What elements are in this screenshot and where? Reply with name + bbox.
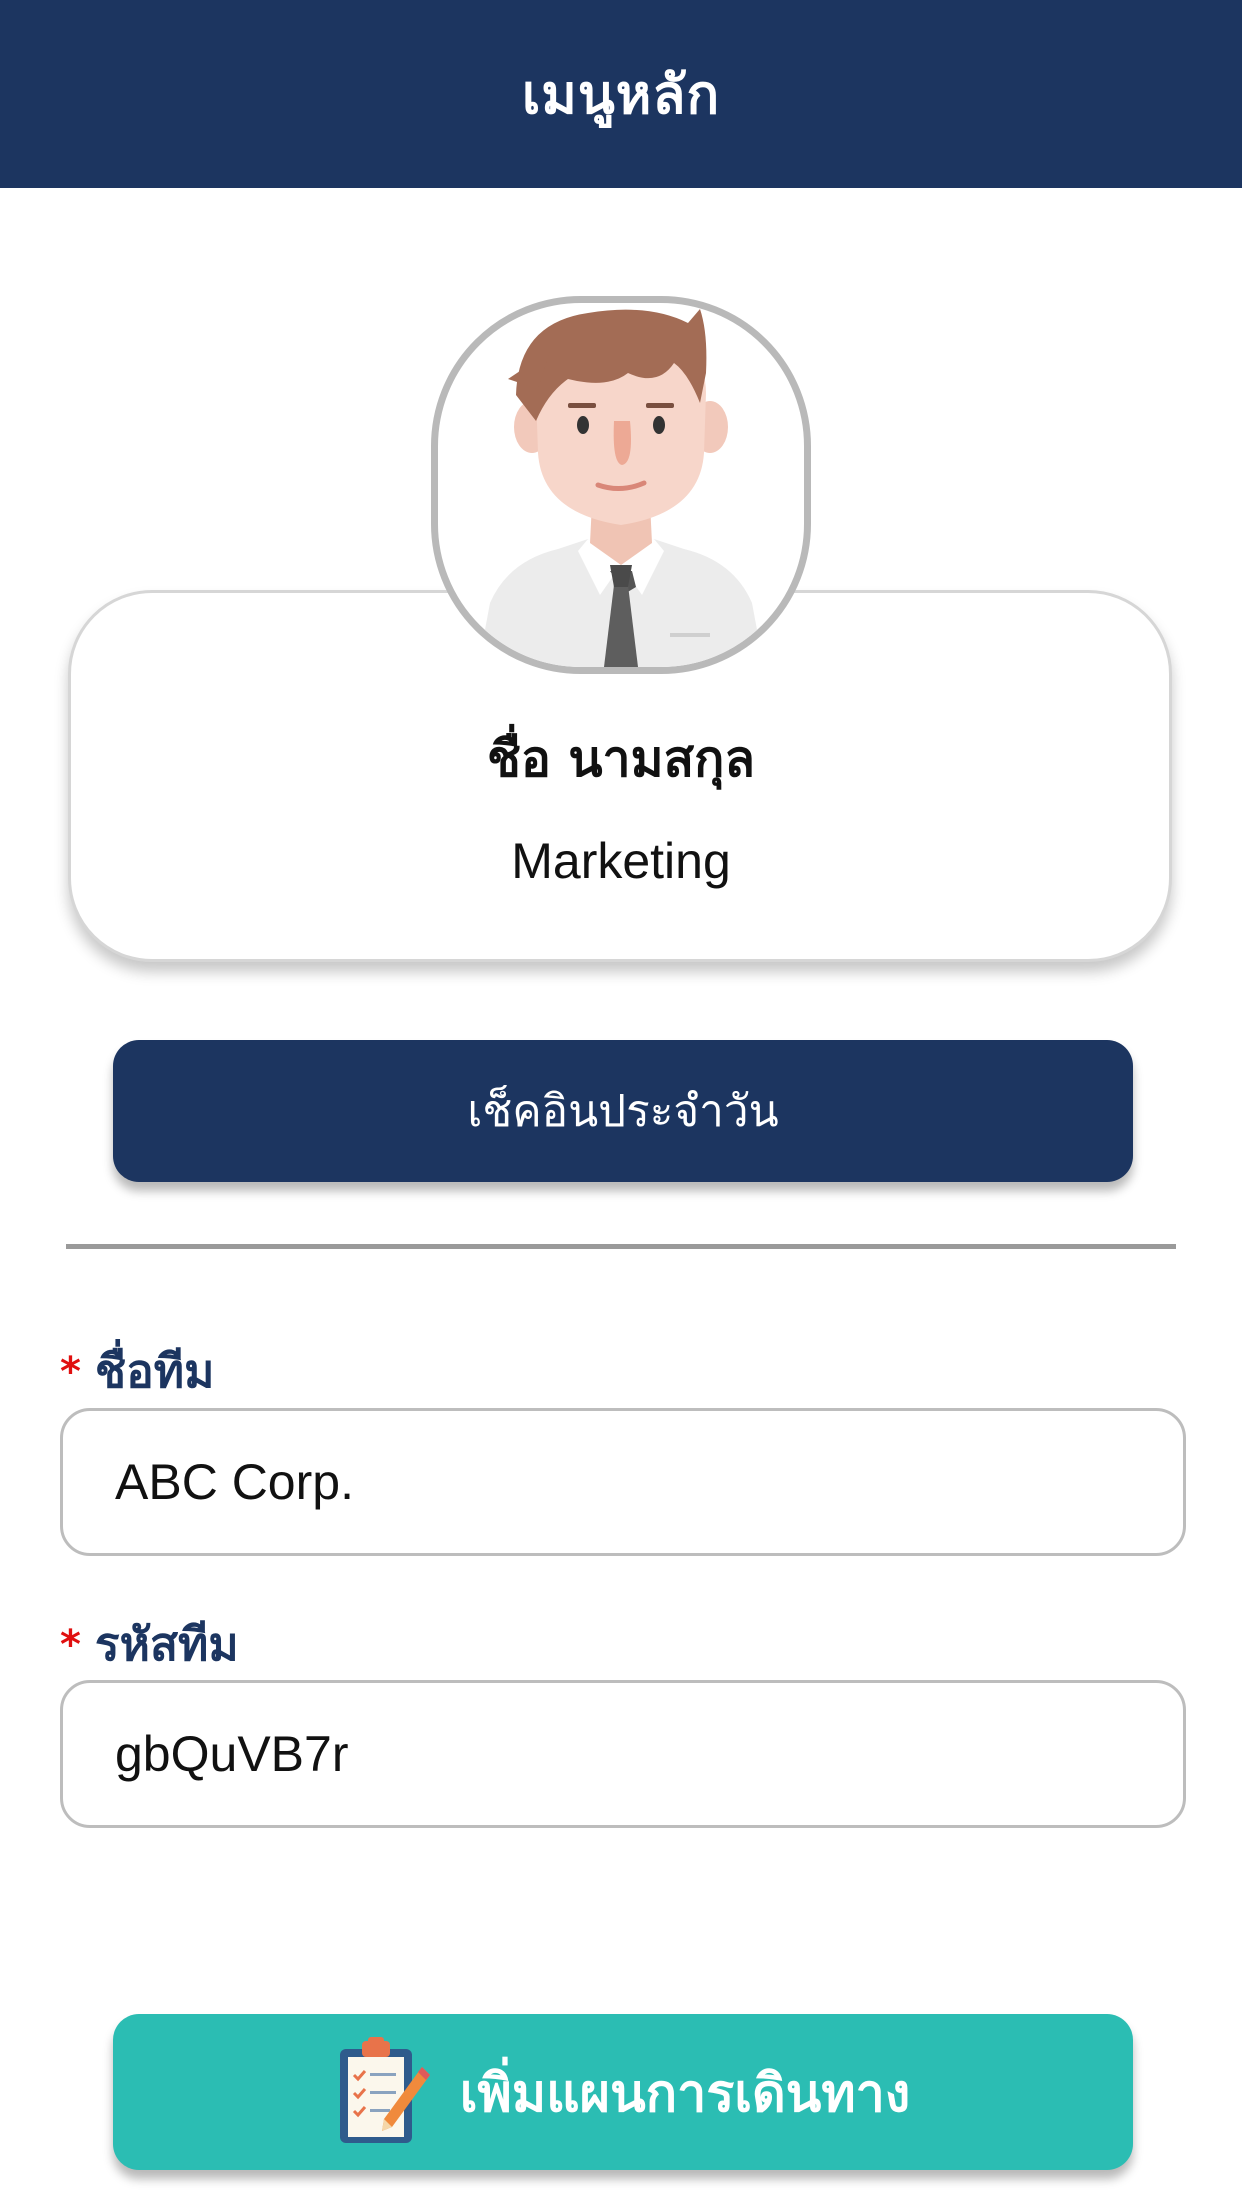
profile-name: ชื่อ นามสกุล [486, 730, 756, 788]
profile-department: Marketing [511, 833, 731, 889]
clipboard-checklist-icon [336, 2037, 432, 2147]
add-travel-plan-button[interactable]: เพิ่มแผนการเดินทาง [113, 2014, 1133, 2170]
team-name-field[interactable] [60, 1408, 1186, 1556]
add-travel-plan-label: เพิ่มแผนการเดินทาง [459, 2063, 911, 2124]
user-avatar-icon [431, 296, 811, 674]
team-code-label-text: รหัสทีม [94, 1617, 239, 1671]
daily-checkin-button[interactable]: เช็คอินประจำวัน [113, 1040, 1133, 1182]
team-name-label: * ชื่อทีม [60, 1335, 214, 1408]
required-mark: * [60, 1348, 81, 1395]
team-name-label-text: ชื่อทีม [94, 1344, 215, 1398]
required-mark: * [60, 1621, 81, 1668]
divider [66, 1244, 1176, 1249]
team-code-field[interactable] [60, 1680, 1186, 1828]
main-menu-screen: เมนูหลัก ชื่อ นามสกุล Marketing เช็คอินป… [0, 0, 1242, 2208]
page-title: เมนูหลัก [521, 63, 721, 126]
app-header: เมนูหลัก [0, 0, 1242, 188]
team-code-label: * รหัสทีม [60, 1608, 239, 1681]
